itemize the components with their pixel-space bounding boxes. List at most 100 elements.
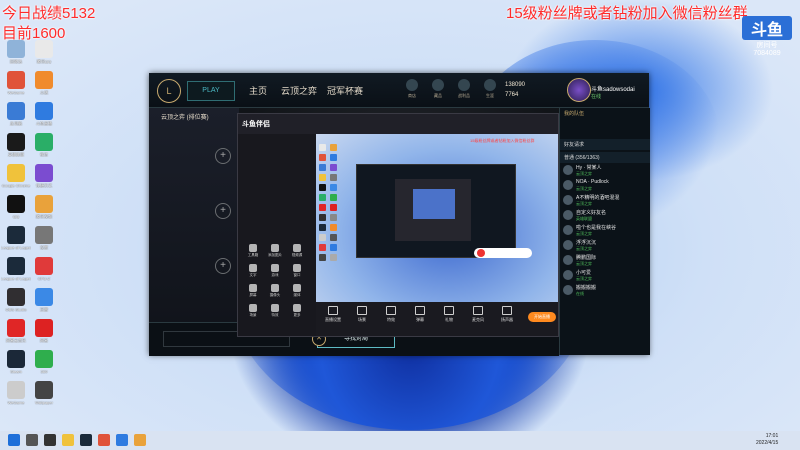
desktop-icon[interactable]: Google Chrome [1, 164, 31, 188]
app-taskbar-icon[interactable] [134, 434, 146, 446]
desktop-icon-label: League of Legends [1, 276, 31, 281]
friend-row[interactable]: 搬搬搬搬 在线 [560, 283, 650, 298]
invite-slot-button[interactable]: + [215, 203, 231, 219]
chrome-icon[interactable] [98, 434, 110, 446]
friend-status: 云顶之弈 [576, 231, 592, 236]
invite-slot-button[interactable]: + [215, 148, 231, 164]
store-button[interactable]: 商店 [403, 79, 421, 99]
avatar[interactable] [567, 78, 591, 102]
desktop-icon[interactable]: 腾讯QQ [29, 40, 59, 64]
friend-row[interactable]: Hy · 常某人 云顶之弈 [560, 163, 650, 178]
preview-client [356, 164, 516, 258]
desktop-icon[interactable]: WeGame [1, 381, 31, 405]
explorer-icon[interactable] [62, 434, 74, 446]
desktop-icon[interactable]: OBS Studio [1, 288, 31, 312]
friend-row[interactable]: 自定义好友名 英雄联盟 [560, 208, 650, 223]
tool-button[interactable]: 屏幕 [242, 284, 264, 298]
desktop-icon-label: 腾讯视频 [36, 214, 52, 219]
tool-label: 摄像头 [269, 293, 281, 297]
desktop-icon[interactable]: Wallpaper [29, 381, 59, 405]
desktop-icon[interactable]: League of Legends [1, 257, 31, 281]
stream-preview: 15级粉丝牌或者钻粉加入微信粉丝群 [316, 134, 558, 302]
desktop-icon[interactable]: 斗鱼直播 [29, 102, 59, 126]
nav-home[interactable]: 主页 [249, 84, 267, 97]
tool-icon [293, 244, 301, 252]
stream-control-button[interactable]: 扬声器 [494, 306, 520, 323]
douyu-taskbar-icon[interactable] [116, 434, 128, 446]
nav-clash[interactable]: 冠军杯赛 [327, 84, 363, 97]
desktop-icon[interactable]: 360 [29, 350, 59, 374]
friend-status: 云顶之弈 [576, 276, 592, 281]
desktop-icon[interactable]: 回收站 [1, 40, 31, 64]
stream-control-button[interactable]: 礼物 [436, 306, 462, 323]
friend-row[interactable]: 浮浮沉沉 云顶之弈 [560, 238, 650, 253]
streamer-controls: 直播设置 场景 特效 弹幕 礼物 麦克风 扬声器 开始直播 [316, 302, 558, 336]
desktop-icon[interactable]: 网易 [29, 319, 59, 343]
desktop-icon[interactable]: CPU-Z [29, 257, 59, 281]
desktop-icon-label: 迅雷 [40, 307, 48, 312]
tool-button[interactable]: 添加图片 [264, 244, 286, 258]
desktop-icon[interactable]: 迅雷 [29, 288, 59, 312]
system-clock[interactable]: 17:01 2022/4/15 [756, 433, 778, 447]
friend-requests-section[interactable]: 好友请求 [560, 139, 650, 150]
tool-button[interactable]: 游戏 [264, 264, 286, 278]
go-live-button[interactable]: 开始直播 [528, 312, 556, 322]
play-button[interactable]: PLAY [187, 81, 235, 101]
watermark-logo: 斗鱼 [742, 16, 792, 40]
profile-button[interactable]: 生涯 [481, 79, 499, 99]
loot-button[interactable]: 战利品 [455, 79, 473, 99]
tool-button[interactable]: 场景 [242, 304, 264, 318]
tool-button[interactable]: 工具箱 [242, 244, 264, 258]
desktop-icon[interactable]: Steam [1, 350, 31, 374]
stream-control-button[interactable]: 弹幕 [407, 306, 433, 323]
friend-name: 浮浮沉沉 [576, 240, 597, 246]
friend-row[interactable]: 小可爱 云顶之弈 [560, 268, 650, 283]
friend-status: 云顶之弈 [576, 201, 592, 206]
app-icon [7, 71, 25, 89]
friend-name: 小可爱 [576, 270, 592, 276]
desktop-icon[interactable]: WeGame [1, 71, 31, 95]
control-icon [328, 306, 338, 315]
control-icon [415, 306, 425, 315]
desktop-icon[interactable]: 微信 [29, 133, 59, 157]
tool-button[interactable]: 窗口 [286, 264, 308, 278]
desktop-icon[interactable]: 设置 [29, 226, 59, 250]
start-icon[interactable] [8, 434, 20, 446]
desktop-icon[interactable]: 英雄联盟 [1, 133, 31, 157]
client-topbar: L PLAY 主页 云顶之弈 冠军杯赛 商店 藏品 战利品 生涯 138090 … [149, 73, 649, 108]
desktop-icon-label: 斗鱼直播 [36, 121, 52, 126]
friend-row[interactable]: 啦个也是我在峡谷 云顶之弈 [560, 223, 650, 238]
search-icon[interactable] [26, 434, 38, 446]
tool-button[interactable]: 文字 [242, 264, 264, 278]
desktop-icon[interactable]: 快捷方式 [29, 164, 59, 188]
taskview-icon[interactable] [44, 434, 56, 446]
friend-status: 云顶之弈 [576, 246, 592, 251]
collection-button[interactable]: 藏品 [429, 79, 447, 99]
tool-button[interactable]: 更多 [286, 304, 308, 318]
desktop-icon[interactable]: League of Legends [1, 226, 31, 250]
desktop-icon-label: Wallpaper [35, 400, 53, 405]
stream-control-button[interactable]: 场景 [349, 306, 375, 323]
desktop-icon[interactable]: 网易云音乐 [1, 319, 31, 343]
tool-button[interactable]: 摄像头 [264, 284, 286, 298]
tool-button[interactable]: 媒体 [286, 284, 308, 298]
invite-slot-button[interactable]: + [215, 258, 231, 274]
stream-control-button[interactable]: 麦克风 [465, 306, 491, 323]
friends-section[interactable]: 普通 (356/1363) [560, 152, 650, 163]
desktop-icon[interactable]: 腾讯视频 [29, 195, 59, 219]
nav-tft[interactable]: 云顶之弈 [281, 84, 317, 97]
friend-row[interactable]: A不精明的酒吧混混 云顶之弈 [560, 193, 650, 208]
tool-button[interactable]: 特效 [264, 304, 286, 318]
friend-row[interactable]: 腾鹏国际 云顶之弈 [560, 253, 650, 268]
desktop-icon[interactable]: 火绒 [29, 71, 59, 95]
friend-row[interactable]: NOA · Pudlock 云顶之弈 [560, 178, 650, 193]
app-icon [7, 288, 25, 306]
lol-taskbar-icon[interactable] [80, 434, 92, 446]
desktop-icon[interactable]: 此电脑 [1, 102, 31, 126]
tool-button[interactable]: 视频源 [286, 244, 308, 258]
desktop-icon[interactable]: QQ [1, 195, 31, 219]
stream-control-button[interactable]: 特效 [378, 306, 404, 323]
streamer-window[interactable]: 斗鱼伴侣 工具箱 添加图片 视频源 文字 游戏 窗口 屏幕 摄像头 媒体 场景 特效 更多 [237, 113, 559, 337]
stream-control-button[interactable]: 直播设置 [320, 306, 346, 323]
tool-grid: 工具箱 添加图片 视频源文字 游戏 窗口屏幕 摄像头 媒体场景 特效 更多 [242, 244, 312, 324]
